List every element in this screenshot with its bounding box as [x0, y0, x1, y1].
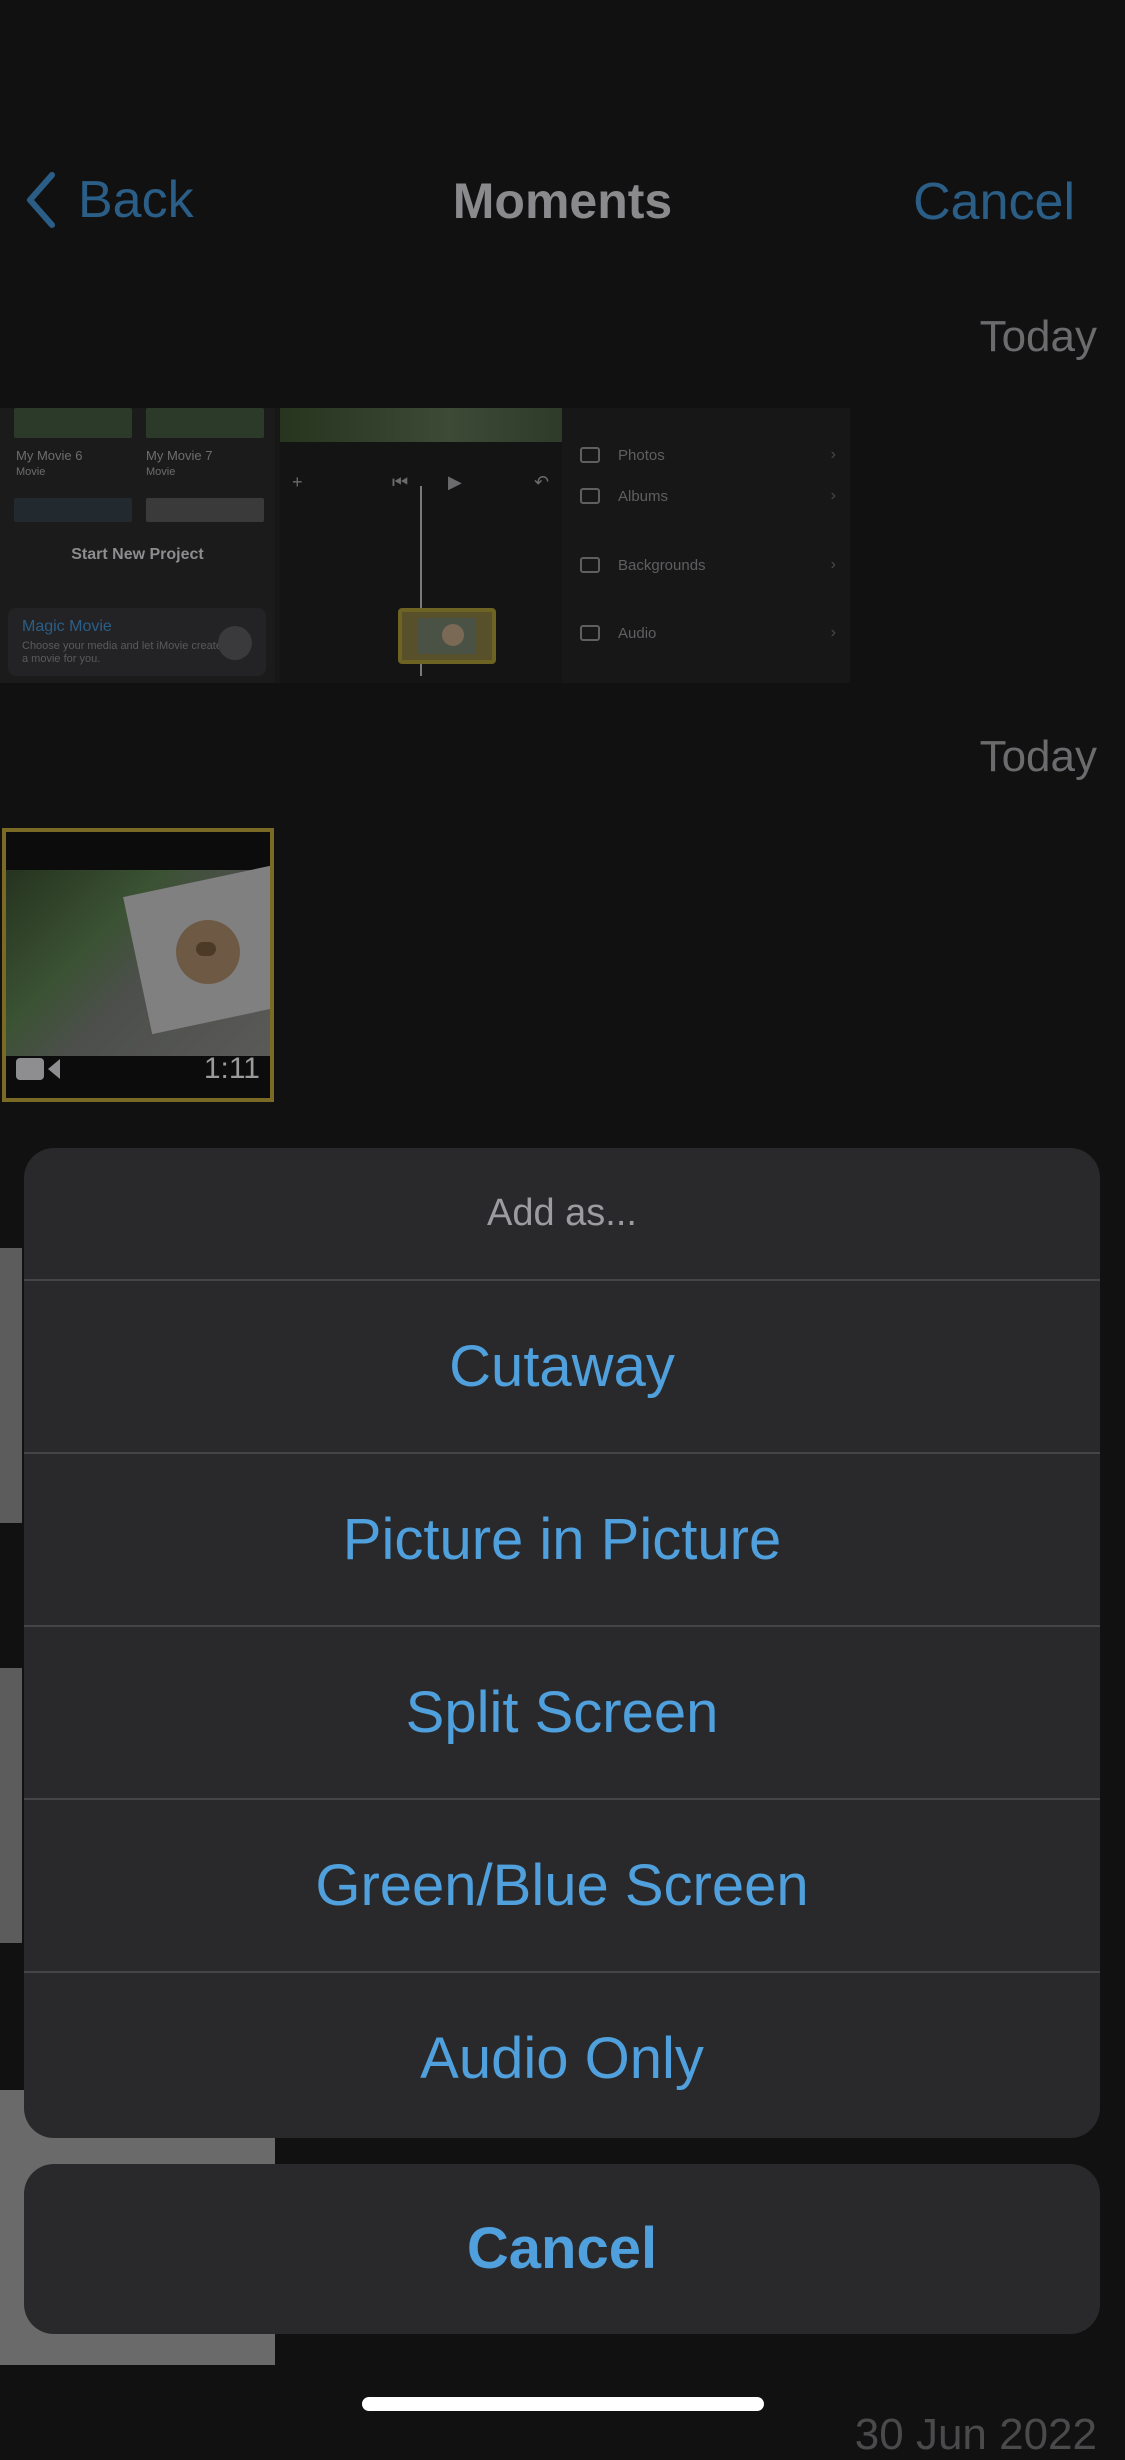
project-thumbnail [146, 408, 264, 438]
home-indicator[interactable] [362, 2397, 764, 2411]
magic-movie-subtitle: Choose your media and let iMovie create … [22, 640, 222, 665]
project-type: Movie [16, 466, 46, 478]
add-as-action-sheet: Add as... Cutaway Picture in Picture Spl… [24, 1148, 1100, 2138]
selected-video-thumbnail[interactable]: 1:11 [2, 828, 274, 1102]
menu-row: Photos › [580, 440, 836, 470]
magic-wand-icon [218, 626, 252, 660]
clip-cup-shape [442, 624, 464, 646]
start-new-project-label: Start New Project [71, 546, 204, 563]
section-date-header: 30 Jun 2022 [854, 2410, 1097, 2459]
project-type: Movie [146, 466, 176, 478]
nav-cancel-button[interactable]: Cancel [913, 172, 1075, 232]
video-frame [6, 865, 270, 1056]
media-menu-preview: Photos › Albums › Backgrounds › Audio › [568, 408, 850, 683]
section-date-header: Today [979, 732, 1097, 781]
project-list-preview: My Movie 6 My Movie 7 Movie Movie Start … [0, 408, 275, 683]
chevron-right-icon: › [830, 446, 836, 463]
video-camera-icon [16, 1058, 60, 1080]
media-thumbnail[interactable] [0, 1248, 22, 1523]
cutaway-option[interactable]: Cutaway [24, 1279, 1100, 1452]
picture-in-picture-option[interactable]: Picture in Picture [24, 1452, 1100, 1625]
section-date-header: Today [979, 312, 1097, 361]
project-thumbnail [146, 498, 264, 522]
chevron-right-icon: › [830, 624, 836, 641]
timeline-preview: + ⏮ ▶ ↶ [280, 408, 562, 683]
chevron-right-icon: › [830, 487, 836, 504]
play-icon: ▶ [448, 472, 462, 492]
add-icon: + [292, 472, 303, 492]
video-duration: 1:11 [203, 1052, 260, 1085]
navigation-bar: Back Moments Cancel [0, 150, 1125, 250]
audio-icon [580, 625, 600, 641]
menu-row: Albums › [580, 481, 836, 511]
menu-row-label: Backgrounds [618, 556, 706, 574]
chevron-right-icon: › [830, 556, 836, 573]
menu-row-label: Albums [618, 487, 669, 505]
action-sheet-cancel-button[interactable]: Cancel [24, 2164, 1100, 2334]
magic-movie-card: Magic Movie Choose your media and let iM… [8, 608, 266, 676]
action-sheet-title: Add as... [487, 1192, 637, 1234]
cup-shape [176, 920, 240, 984]
albums-icon [580, 488, 600, 504]
split-screen-option[interactable]: Split Screen [24, 1625, 1100, 1798]
photos-icon [580, 447, 600, 463]
skip-back-icon: ⏮ [392, 472, 409, 492]
menu-row-label: Audio [618, 624, 657, 642]
project-name: My Movie 7 [146, 448, 213, 463]
green-blue-screen-option[interactable]: Green/Blue Screen [24, 1798, 1100, 1971]
menu-row: Audio › [580, 618, 836, 648]
timeline-clip [398, 608, 496, 664]
project-thumbnail [14, 408, 132, 438]
screenshot-thumbnail-strip[interactable]: My Movie 6 My Movie 7 Movie Movie Start … [0, 408, 850, 683]
project-thumbnail [14, 498, 132, 522]
project-name: My Movie 6 [16, 448, 83, 463]
undo-icon: ↶ [534, 472, 550, 492]
media-thumbnail[interactable] [0, 1668, 22, 1943]
magic-movie-title: Magic Movie [22, 618, 112, 635]
preview-image [280, 408, 562, 442]
menu-row-label: Photos [618, 446, 665, 464]
backgrounds-icon [580, 557, 600, 573]
menu-row: Backgrounds › [580, 550, 836, 580]
audio-only-option[interactable]: Audio Only [24, 1971, 1100, 2138]
